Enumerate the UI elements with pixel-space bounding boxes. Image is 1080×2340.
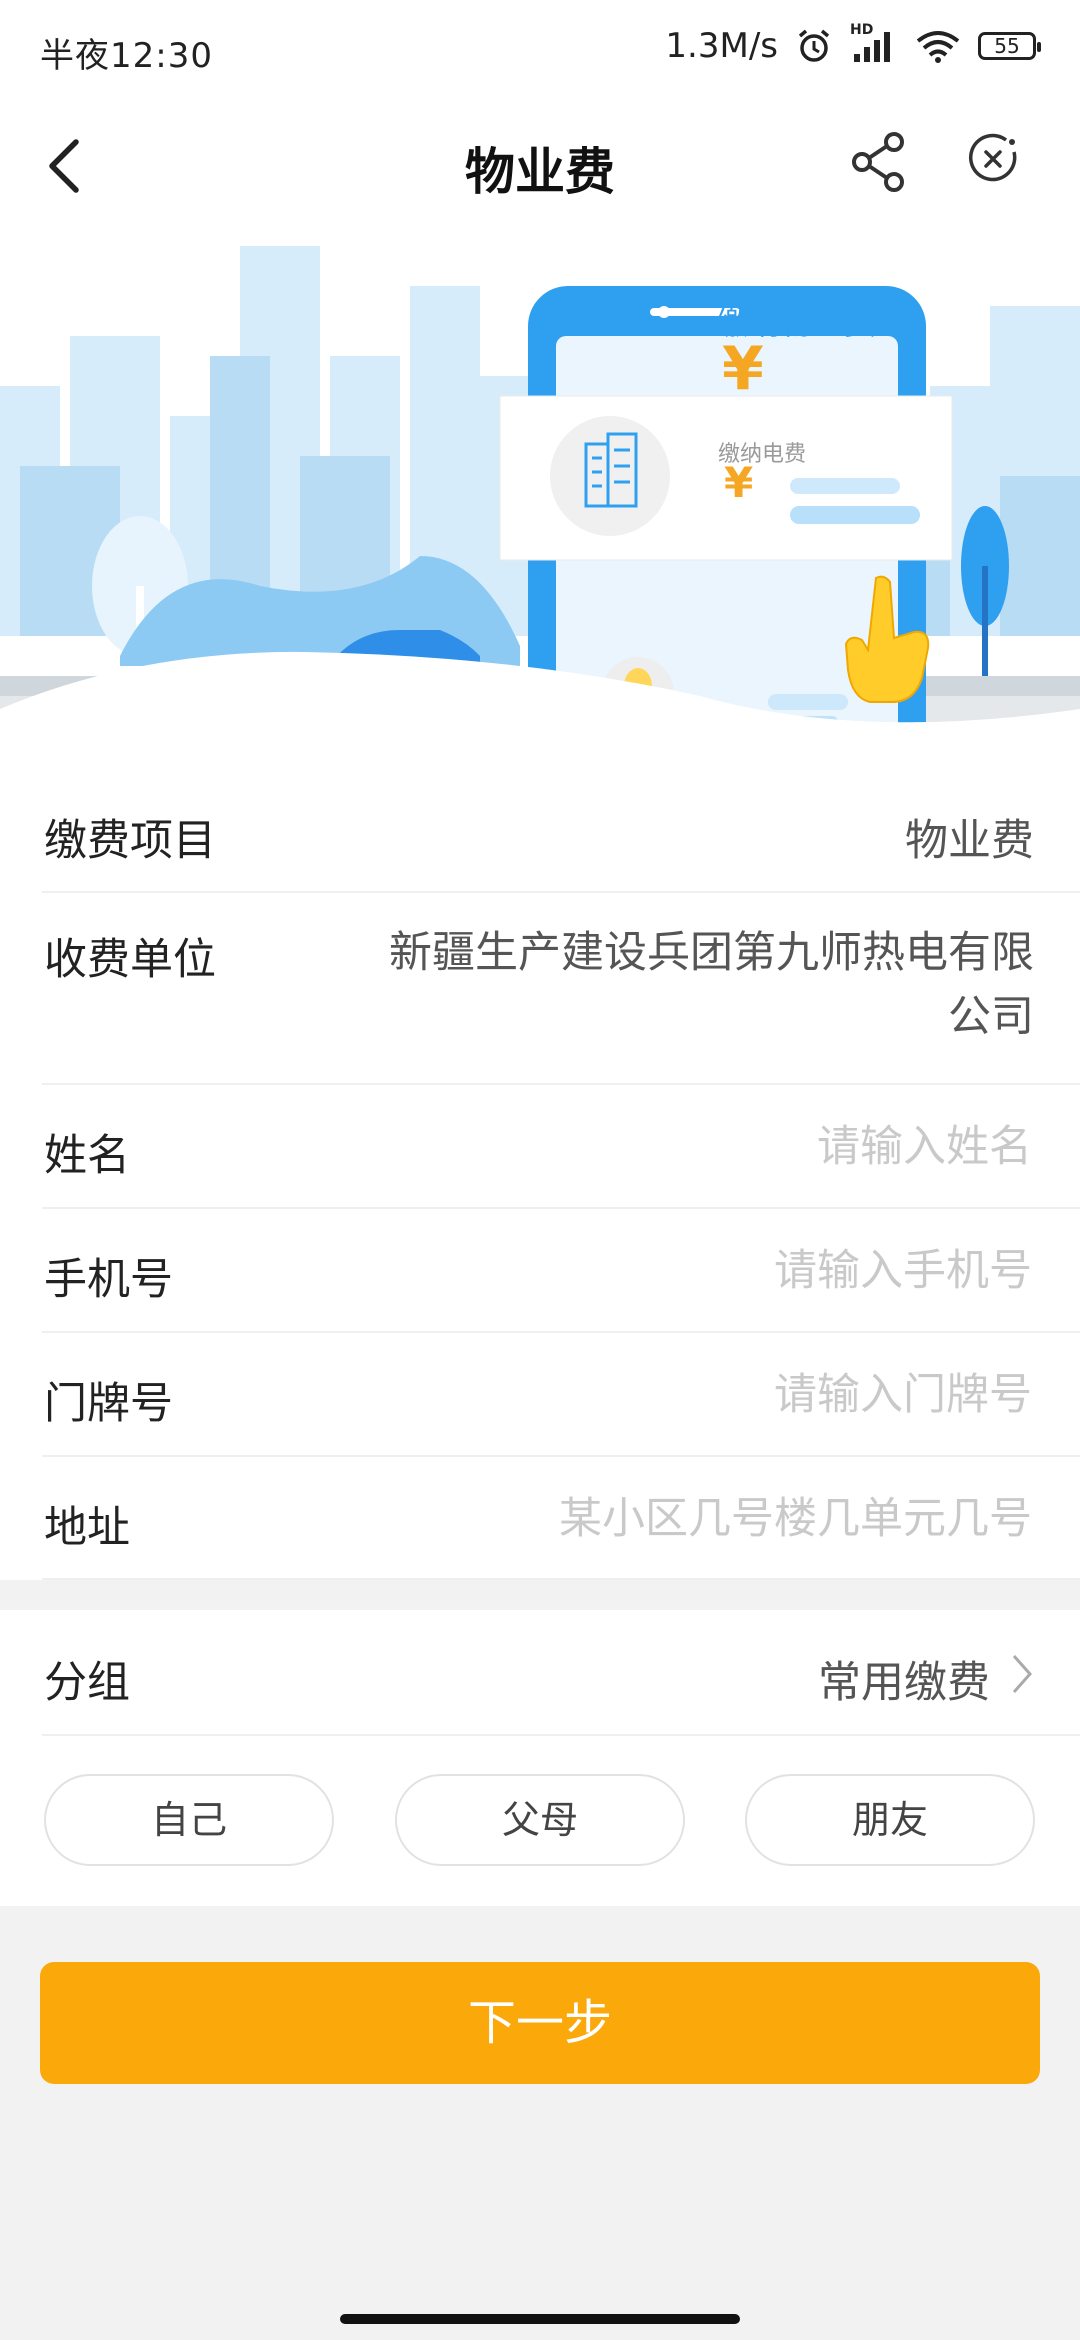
net-speed: 1.3M/s: [665, 26, 778, 66]
share-icon[interactable]: [850, 130, 908, 194]
billing-unit-value: 新疆生产建设兵团第九师热电有限 公司: [389, 921, 1034, 1049]
row-group[interactable]: 分组 常用缴费: [42, 1610, 1080, 1736]
wifi-icon: [916, 31, 960, 63]
group-chip-parents[interactable]: 父母: [395, 1774, 685, 1866]
banner-card-currency: ¥: [722, 334, 764, 404]
chevron-right-icon: [1012, 1655, 1033, 1693]
group-label: 分组: [44, 1658, 130, 1708]
row-name: 姓名: [42, 1085, 1080, 1209]
name-label: 姓名: [44, 1131, 130, 1181]
home-indicator[interactable]: [340, 2314, 740, 2324]
alarm-icon: [798, 29, 830, 62]
address-input[interactable]: [430, 1493, 1034, 1545]
status-bar: 半夜12:30 1.3M/s HD 55: [0, 0, 1080, 96]
battery-level: 55: [994, 34, 1020, 58]
status-icons: 1.3M/s HD 55: [665, 22, 1041, 66]
banner-subcard-currency: ¥: [724, 458, 754, 507]
phone-label: 手机号: [44, 1255, 173, 1305]
nav-bar: 物业费: [0, 96, 1080, 226]
banner-illustration: [0, 226, 1080, 771]
status-time: 半夜12:30: [40, 36, 213, 76]
billing-unit-line-2: 公司: [948, 992, 1034, 1042]
row-address: 地址: [42, 1457, 1080, 1580]
group-chip-self[interactable]: 自己: [44, 1774, 334, 1866]
group-value: 常用缴费: [818, 1658, 990, 1708]
next-step-button[interactable]: 下一步: [40, 1962, 1040, 2084]
signal-icon: HD: [850, 22, 898, 64]
row-phone: 手机号: [42, 1209, 1080, 1333]
payment-form: 缴费项目 物业费 收费单位 新疆生产建设兵团第九师热电有限 公司 姓名 手机号 …: [0, 771, 1080, 1580]
row-payment-item: 缴费项目 物业费: [42, 771, 1080, 893]
group-chip-friends[interactable]: 朋友: [745, 1774, 1035, 1866]
row-billing-unit: 收费单位 新疆生产建设兵团第九师热电有限 公司: [42, 893, 1080, 1085]
battery-icon: 55: [978, 32, 1041, 60]
payment-item-label: 缴费项目: [44, 816, 216, 866]
row-door-number: 门牌号: [42, 1333, 1080, 1457]
phone-input[interactable]: [470, 1245, 1034, 1297]
billing-unit-line-1: 新疆生产建设兵团第九师热电有限: [389, 928, 1034, 978]
billing-unit-label: 收费单位: [44, 935, 216, 985]
door-number-label: 门牌号: [44, 1379, 173, 1429]
close-mini-program-icon[interactable]: [968, 132, 1020, 188]
name-input[interactable]: [470, 1121, 1034, 1173]
door-number-input[interactable]: [470, 1369, 1034, 1421]
page-title: 物业费: [465, 143, 615, 201]
payment-item-value: 物业费: [905, 816, 1034, 866]
address-label: 地址: [44, 1503, 130, 1553]
banner: 缴纳物业费 ¥ 缴纳电费 ¥: [0, 226, 1080, 771]
